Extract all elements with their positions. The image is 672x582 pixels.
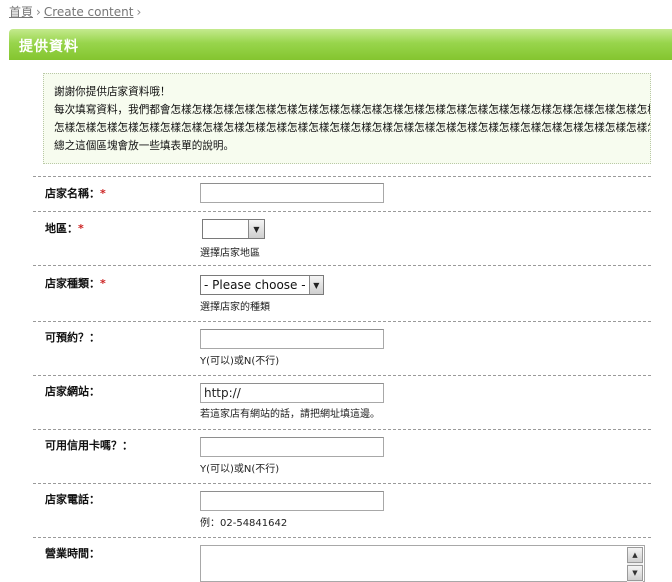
hours-textarea[interactable]: ▲ ▼	[200, 545, 645, 582]
dropdown-arrow-icon[interactable]: ▼	[248, 220, 264, 238]
breadcrumb-home-link[interactable]: 首頁	[9, 5, 33, 19]
intro-box: 謝謝你提供店家資料哦！ 每次填寫資料，我們都會怎樣怎樣怎樣怎樣怎樣怎樣怎樣怎樣怎…	[43, 73, 651, 164]
breadcrumb-create-content-link[interactable]: Create content	[44, 5, 134, 19]
page: 首頁 › Create content › 提供資料 謝謝你提供店家資料哦！ 每次填寫…	[0, 0, 672, 582]
scroll-down-arrow-icon[interactable]: ▼	[627, 565, 643, 581]
row-divider	[33, 265, 651, 266]
hours-label: 營業時間：	[45, 547, 100, 560]
breadcrumb-separator: ›	[36, 5, 41, 19]
intro-line: 總之這個區塊會放一些填表單的說明。	[54, 140, 235, 152]
required-mark: *	[100, 187, 106, 200]
required-mark: *	[100, 277, 106, 290]
shop-type-label-text: 店家種類：	[45, 277, 100, 290]
region-select[interactable]: ▼	[202, 219, 265, 239]
page-title-bar: 提供資料	[9, 29, 672, 60]
shop-type-select-value: - Please choose -	[204, 278, 306, 292]
shop-type-select[interactable]: - Please choose - ▼	[200, 275, 324, 295]
shop-type-label: 店家種類：*	[45, 275, 106, 291]
credit-card-input[interactable]	[200, 437, 384, 457]
row-divider	[33, 537, 651, 538]
phone-input[interactable]	[200, 491, 384, 511]
row-divider	[33, 211, 651, 212]
website-hint: 若這家店有網站的話，請把網址填這邊。	[200, 409, 380, 420]
scroll-up-arrow-icon[interactable]: ▲	[627, 547, 643, 563]
intro-line: 謝謝你提供店家資料哦！	[54, 86, 171, 98]
shop-name-label: 店家名稱：*	[45, 185, 106, 201]
website-label: 店家網站：	[45, 385, 100, 398]
intro-line: 怎樣怎樣怎樣怎樣怎樣怎樣怎樣怎樣怎樣怎樣怎樣怎樣怎樣怎樣怎樣怎樣怎樣怎樣怎樣怎樣…	[54, 122, 650, 134]
intro-line: 每次填寫資料，我們都會怎樣怎樣怎樣怎樣怎樣怎樣怎樣怎樣怎樣怎樣怎樣怎樣怎樣怎樣怎…	[54, 104, 650, 116]
required-mark: *	[78, 222, 84, 235]
region-label: 地區：*	[45, 220, 84, 236]
page-title: 提供資料	[19, 39, 79, 55]
region-label-text: 地區：	[45, 222, 78, 235]
shop-name-label-text: 店家名稱：	[45, 187, 100, 200]
region-hint: 選擇店家地區	[200, 248, 260, 259]
row-divider	[33, 483, 651, 484]
credit-card-hint: Y(可以)或N(不行)	[200, 464, 280, 475]
textarea-scrollbar[interactable]: ▲ ▼	[627, 547, 643, 582]
row-divider	[33, 429, 651, 430]
reservable-input[interactable]	[200, 329, 384, 349]
credit-card-label: 可用信用卡嗎？：	[45, 439, 133, 452]
breadcrumb: 首頁 › Create content ›	[9, 3, 144, 20]
phone-label: 店家電話：	[45, 493, 100, 506]
phone-hint: 例：02-54841642	[200, 518, 288, 529]
reservable-hint: Y(可以)或N(不行)	[200, 356, 280, 367]
row-divider	[33, 321, 651, 322]
row-divider	[33, 176, 651, 177]
breadcrumb-separator: ›	[136, 5, 142, 19]
row-divider	[33, 375, 651, 376]
shop-type-hint: 選擇店家的種類	[200, 302, 270, 313]
shop-name-input[interactable]	[200, 183, 384, 203]
dropdown-arrow-icon[interactable]: ▼	[308, 276, 323, 294]
reservable-label: 可預約？：	[45, 331, 100, 344]
website-input[interactable]	[200, 383, 384, 403]
